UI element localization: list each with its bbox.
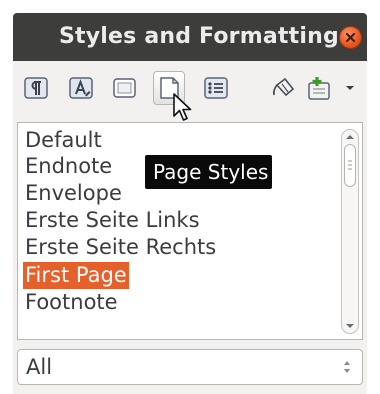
paragraph-styles-button[interactable] [23, 75, 49, 101]
scroll-up-icon[interactable] [342, 131, 358, 143]
panel-titlebar: Styles and Formatting [13, 13, 367, 61]
style-item-envelope[interactable]: Envelope [23, 180, 124, 207]
list-styles-button[interactable] [203, 75, 229, 101]
filter-value: All [26, 355, 53, 379]
style-filter-select[interactable]: All [17, 349, 363, 385]
new-style-button[interactable] [305, 75, 331, 101]
style-actions-dropdown[interactable] [343, 75, 357, 101]
tooltip: Page Styles [145, 155, 272, 189]
paragraph-styles-icon [24, 77, 48, 99]
fill-format-mode-button[interactable] [270, 75, 296, 101]
character-styles-icon [69, 77, 93, 99]
new-style-from-selection-icon [308, 77, 330, 100]
scroll-down-icon[interactable] [342, 320, 358, 332]
fill-format-mode-icon [272, 77, 295, 97]
mouse-pointer-icon [173, 93, 192, 121]
select-spin-icon [344, 361, 350, 373]
style-item-footnote[interactable]: Footnote [23, 289, 120, 316]
scroll-thumb[interactable] [344, 144, 356, 187]
dropdown-arrow-icon [346, 86, 354, 90]
style-item-default[interactable]: Default [23, 127, 104, 154]
style-item-first-page[interactable]: First Page [23, 262, 129, 289]
style-item-erste-seite-links[interactable]: Erste Seite Links [23, 207, 202, 234]
list-styles-icon [204, 77, 228, 99]
style-item-erste-seite-rechts[interactable]: Erste Seite Rechts [23, 234, 218, 261]
frame-styles-icon [113, 78, 136, 98]
character-styles-button[interactable] [68, 75, 94, 101]
panel-title: Styles and Formatting [59, 24, 339, 49]
close-icon[interactable] [339, 26, 362, 49]
tooltip-text: Page Styles [153, 160, 269, 184]
style-list-scrollbar[interactable] [341, 129, 359, 334]
frame-styles-button[interactable] [112, 75, 138, 101]
grip-icon [348, 160, 352, 170]
style-item-endnote[interactable]: Endnote [23, 153, 114, 180]
